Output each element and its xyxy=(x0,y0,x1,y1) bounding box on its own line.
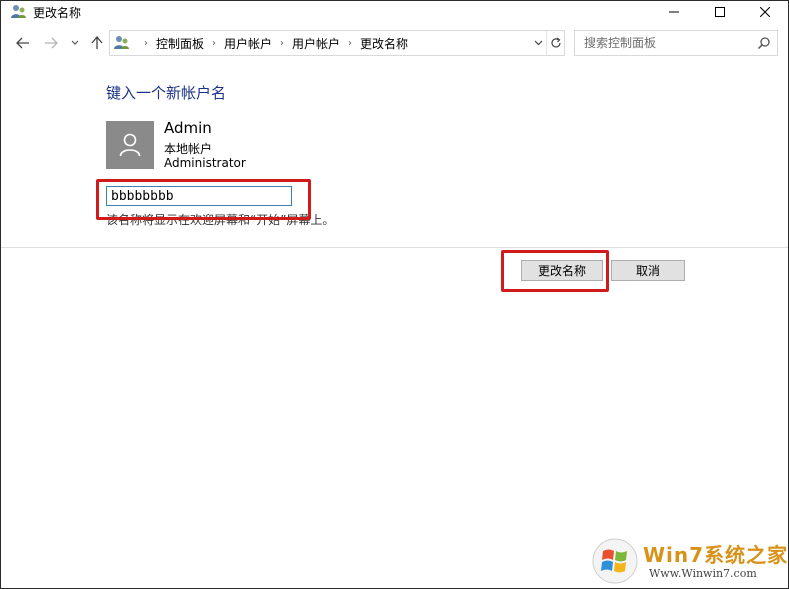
refresh-icon xyxy=(551,37,561,48)
chevron-right-icon[interactable]: › xyxy=(212,38,216,49)
account-name: Admin xyxy=(164,119,212,137)
search-box[interactable] xyxy=(574,30,778,56)
breadcrumb-item-user-accounts[interactable]: 用户帐户 xyxy=(224,35,272,52)
minimize-icon xyxy=(669,11,679,13)
breadcrumb-item-control-panel[interactable]: 控制面板 xyxy=(156,35,204,52)
new-account-name-input[interactable] xyxy=(106,186,292,206)
address-history-dropdown[interactable] xyxy=(530,31,546,55)
divider xyxy=(1,247,788,248)
maximize-button[interactable] xyxy=(697,1,743,23)
account-type: 本地帐户 xyxy=(164,142,213,156)
refresh-button[interactable] xyxy=(546,31,565,55)
navigation-bar: › 控制面板 › 用户帐户 › 用户帐户 › 更改名称 xyxy=(1,29,788,57)
forward-button[interactable] xyxy=(41,33,61,53)
up-button[interactable] xyxy=(87,33,107,53)
address-bar[interactable]: › 控制面板 › 用户帐户 › 用户帐户 › 更改名称 xyxy=(109,30,565,56)
name-hint-text: 该名称将显示在欢迎屏幕和“开始”屏幕上。 xyxy=(106,213,335,227)
account-group: Administrator xyxy=(164,156,246,170)
search-input[interactable] xyxy=(575,31,759,55)
search-icon[interactable] xyxy=(757,36,771,50)
breadcrumb-item-change-name[interactable]: 更改名称 xyxy=(360,35,408,52)
window-title: 更改名称 xyxy=(33,6,82,20)
chevron-down-icon xyxy=(71,40,79,45)
up-arrow-icon xyxy=(91,36,103,49)
title-bar: 更改名称 xyxy=(1,1,788,23)
chevron-right-icon[interactable]: › xyxy=(348,38,352,49)
user-accounts-icon xyxy=(113,34,130,51)
change-name-button[interactable]: 更改名称 xyxy=(521,260,603,281)
chevron-right-icon[interactable]: › xyxy=(280,38,284,49)
user-icon xyxy=(119,133,141,157)
back-button[interactable] xyxy=(13,33,33,53)
watermark-url: Www.Winwin7.com xyxy=(649,567,757,580)
avatar xyxy=(106,121,154,169)
breadcrumb: › 控制面板 › 用户帐户 › 用户帐户 › 更改名称 xyxy=(136,31,408,55)
close-icon xyxy=(760,7,770,17)
watermark: Win7系统之家 Www.Winwin7.com xyxy=(591,537,787,585)
maximize-icon xyxy=(715,7,725,17)
windows-logo-icon xyxy=(591,537,639,585)
back-arrow-icon xyxy=(16,37,29,49)
page-heading: 键入一个新帐户名 xyxy=(106,84,227,102)
cancel-button[interactable]: 取消 xyxy=(611,260,685,281)
chevron-right-icon[interactable]: › xyxy=(144,38,148,49)
change-name-window: 更改名称 › 控制面板 › 用户帐户 › 用户帐户 › 更改名称 搜索控制面板 … xyxy=(0,0,789,589)
forward-arrow-icon xyxy=(45,37,58,49)
minimize-button[interactable] xyxy=(651,1,697,23)
watermark-title: Win7系统之家 xyxy=(643,543,789,567)
close-button[interactable] xyxy=(742,1,788,23)
user-accounts-icon xyxy=(10,3,27,20)
chevron-down-icon xyxy=(534,40,542,46)
breadcrumb-item-user-accounts-sub[interactable]: 用户帐户 xyxy=(292,35,340,52)
recent-locations-button[interactable] xyxy=(67,33,83,53)
